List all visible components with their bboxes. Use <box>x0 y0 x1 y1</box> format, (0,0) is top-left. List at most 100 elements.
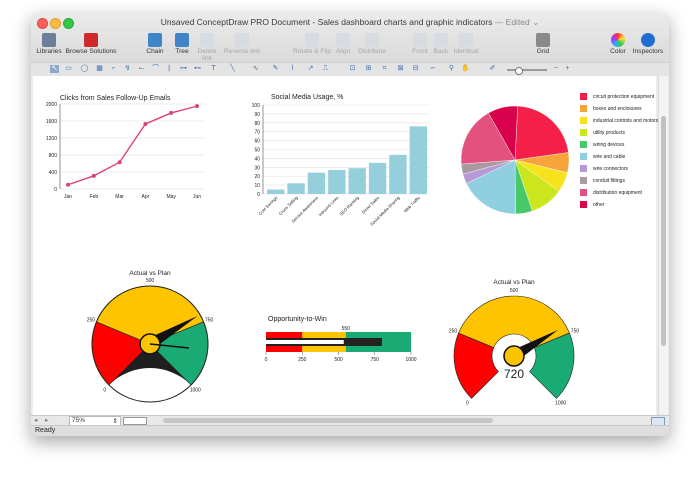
bar-chart-y-tick: 100 <box>252 103 261 109</box>
zoom-slider[interactable] <box>507 67 547 75</box>
line-chart-point <box>117 160 122 165</box>
edited-indicator[interactable]: — Edited ⌄ <box>495 17 539 27</box>
direct-connector-icon[interactable]: ⌙ <box>137 65 146 73</box>
toolbar-button-reverse-link: Reverse link <box>222 33 262 55</box>
page-tabs-icon[interactable] <box>123 417 147 425</box>
toolbar-button-inspectors[interactable]: Inspectors <box>630 33 666 55</box>
toolbar-label: Rotate & Flip <box>292 48 332 55</box>
text-tool-icon[interactable]: T <box>209 65 218 73</box>
group-tool-icon[interactable]: ⊞ <box>364 65 373 73</box>
toolbar-button-browse-solutions[interactable]: Browse Solutions <box>63 33 119 55</box>
toolbar-label: Libraries <box>36 48 62 55</box>
bullet-target-bar <box>266 340 344 344</box>
bar-chart-bar <box>328 169 346 194</box>
connector-tool-icon[interactable]: ⌐ <box>109 65 118 73</box>
line-chart-y-tick: 1200 <box>46 136 57 142</box>
gauge2-tick-label: 1000 <box>555 401 566 407</box>
pie-legend-item: utility products <box>580 129 669 137</box>
chain-connector-icon[interactable]: ⊶ <box>179 65 188 73</box>
round-connector-icon[interactable]: ⌊ <box>165 65 174 73</box>
pie-legend-swatch <box>580 189 587 196</box>
toolbar-button-back: Back <box>430 33 452 55</box>
eyedropper-icon[interactable]: ✐ <box>488 65 497 73</box>
bar-chart-title: Social Media Usage, % <box>271 94 343 101</box>
pie-legend-label: circuit protection equipment <box>593 94 655 100</box>
spline-tool-icon[interactable]: ∽ <box>428 65 437 73</box>
crop-tool-icon[interactable]: ⌗ <box>380 65 389 73</box>
toolbar-button-libraries[interactable]: Libraries <box>36 33 62 55</box>
bar-chart-x-tick: Direct Sales <box>361 195 381 215</box>
line-chart-point <box>169 110 174 115</box>
toolbar-button-color[interactable]: Color <box>607 33 629 55</box>
pie-legend-item: wire and cable <box>580 153 669 161</box>
toolbar-button-tree[interactable]: Tree <box>171 33 193 55</box>
tree-connector-icon[interactable]: ⊷ <box>193 65 202 73</box>
dashboard-drawing: Clicks from Sales Follow-Up Emails040080… <box>46 94 580 425</box>
arc-connector-icon[interactable]: ⌒ <box>151 65 160 73</box>
point-tool-icon[interactable]: ⊡ <box>348 65 357 73</box>
line-tool-icon[interactable]: ╲ <box>228 65 237 73</box>
bezier-tool-icon[interactable]: ⌇ <box>288 65 297 73</box>
front-icon <box>413 33 427 47</box>
select-tool-icon[interactable]: ↖ <box>50 65 59 73</box>
rectangle-tool-icon[interactable]: ▭ <box>64 65 73 73</box>
bar-chart-y-tick: 20 <box>254 174 260 180</box>
smart-connector-icon[interactable]: ↯ <box>123 65 132 73</box>
pie-legend-label: wiring devices <box>593 142 625 148</box>
toolbar-label: Distribute <box>358 48 386 55</box>
bar-chart-x-tick: Web Traffic <box>403 195 421 213</box>
gauge2-value: 720 <box>504 367 524 381</box>
color-wheel-icon <box>611 33 625 47</box>
gauge1-title: Actual vs Plan <box>129 270 171 277</box>
info-icon <box>641 33 655 47</box>
pie-legend-label: wire and cable <box>593 154 626 160</box>
pie-legend-item: distribution equipment <box>580 189 669 197</box>
drawing-tools-bar: ↖ ▭ ◯ ▦ ⌐ ↯ ⌙ ⌒ ⌊ ⊶ ⊷ T ╲ ∿ ✎ ⌇ ↗ ⎍ ⊡ ⊞ ⌗ ⊠ ⊟ ∽ ⚲ ✋ ✐ − + <box>31 62 669 76</box>
bar-chart-x-tick: Cross Selling <box>278 195 299 216</box>
horizontal-scrollbar[interactable] <box>163 418 493 423</box>
vertical-scrollbar[interactable] <box>658 76 668 415</box>
line-chart-x-tick: May <box>166 194 176 200</box>
grid-icon <box>536 33 550 47</box>
vertical-scroll-thumb[interactable] <box>661 116 666 346</box>
libraries-icon <box>42 33 56 47</box>
toolbar-button-chain[interactable]: Chain <box>144 33 166 55</box>
gauge-tick-label: 250 <box>87 318 96 324</box>
bullet-title: Opportunity-to-Win <box>268 316 327 323</box>
gauge2-tick-label: 250 <box>449 329 458 335</box>
app-window: Unsaved ConceptDraw PRO Document - Sales… <box>31 13 669 436</box>
polyline-tool-icon[interactable]: ⎍ <box>321 65 330 73</box>
bar-chart-bar <box>389 154 407 194</box>
ellipse-tool-icon[interactable]: ◯ <box>80 65 89 73</box>
clip-tool-icon[interactable]: ⊟ <box>411 65 420 73</box>
zoom-slider-knob[interactable] <box>515 67 523 75</box>
line-chart-x-tick: Jan <box>64 194 72 200</box>
bar-chart-y-tick: 50 <box>254 148 260 154</box>
zoom-tool-icon[interactable]: ⚲ <box>447 65 456 73</box>
freehand-tool-icon[interactable]: ✎ <box>271 65 280 73</box>
zoom-out-icon[interactable]: − <box>551 65 560 73</box>
toolbar-label: Tree <box>175 48 189 55</box>
table-tool-icon[interactable]: ▦ <box>95 65 104 73</box>
distribute-icon <box>365 33 379 47</box>
gauge2-tick-label: 750 <box>571 329 580 335</box>
drawing-canvas[interactable]: Clicks from Sales Follow-Up Emails 0 400 80… <box>33 76 656 425</box>
bullet-tick-label: 0 <box>265 357 268 363</box>
bar-chart-x-tick: Inbound Links <box>318 195 340 217</box>
pie-legend-swatch <box>580 141 587 148</box>
toolbar-button-front: Front <box>409 33 431 55</box>
pie-legend-label: utility products <box>593 130 625 136</box>
toolbar-label: Delete link <box>197 48 217 62</box>
gauge2-tick-label: 0 <box>466 401 469 407</box>
toolbar-button-grid[interactable]: Grid <box>532 33 554 55</box>
page-nav-right-icon[interactable]: ▸ <box>45 416 48 424</box>
hand-tool-icon[interactable]: ✋ <box>461 65 470 73</box>
zoom-in-icon[interactable]: + <box>563 65 572 73</box>
window-title: Unsaved ConceptDraw PRO Document - Sales… <box>31 17 669 28</box>
page-nav-left-icon[interactable]: ◂ <box>34 416 37 424</box>
tree-icon <box>175 33 189 47</box>
arrow-tool-icon[interactable]: ↗ <box>306 65 315 73</box>
pie-legend-swatch <box>580 201 587 208</box>
curve-tool-icon[interactable]: ∿ <box>251 65 260 73</box>
snap-tool-icon[interactable]: ⊠ <box>396 65 405 73</box>
